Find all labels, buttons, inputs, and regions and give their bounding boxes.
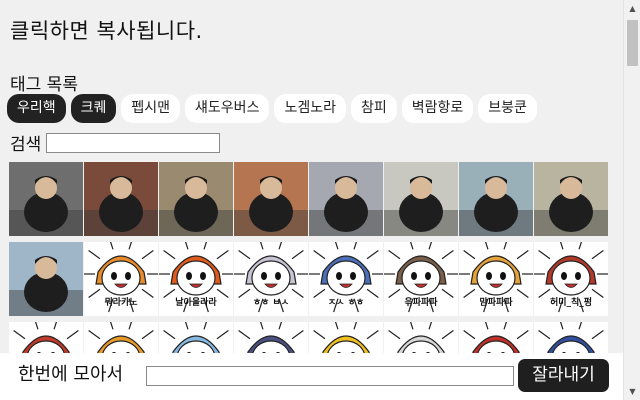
scrollbar[interactable]: ▲ ▼ — [623, 0, 640, 400]
sticker-caption: ㅈㅅ ㅎㅎ — [327, 298, 365, 308]
sticker-cartoon-3[interactable]: ㅎㅎ ㅂㅅ — [234, 242, 308, 316]
search-input[interactable] — [46, 132, 221, 153]
scroll-thumb[interactable] — [627, 20, 638, 66]
sticker-cartoon-2[interactable]: 날아올라라 — [159, 242, 233, 316]
tag-3[interactable]: 펩시맨 — [121, 94, 181, 123]
combine-input[interactable] — [146, 366, 514, 386]
scroll-down-icon[interactable]: ▼ — [624, 383, 640, 400]
sticker-photo-6[interactable] — [384, 162, 458, 236]
tag-7[interactable]: 벽람항로 — [401, 94, 474, 123]
sticker-cartoon-5[interactable]: 윾파파파 — [384, 242, 458, 316]
sticker-caption: 허미_칙_펑 — [549, 298, 593, 308]
cut-button[interactable]: 잘라내기 — [518, 359, 609, 392]
sticker-photo-8[interactable] — [534, 162, 608, 236]
tag-list: 우리핵 크퀘 펩시맨 섀도우버스 노겜노라 참피 벽람항로 브붕쿤 — [7, 94, 537, 123]
sticker-photo-3[interactable] — [159, 162, 233, 236]
scroll-up-icon[interactable]: ▲ — [624, 0, 640, 17]
sticker-caption: 날아올라라 — [175, 298, 217, 308]
sticker-cartoon-4[interactable]: ㅈㅅ ㅎㅎ — [309, 242, 383, 316]
search-row: 검색 — [10, 130, 221, 155]
sticker-caption: ㅎㅎ ㅂㅅ — [252, 298, 290, 308]
popup-panel: 클릭하면 복사됩니다. 태그 목록 우리핵 크퀘 펩시맨 섀도우버스 노겜노라 참피 벽람항… — [0, 0, 623, 400]
tag-list-heading: 태그 목록 — [10, 75, 78, 95]
page-title: 클릭하면 복사됩니다. — [10, 19, 203, 43]
sticker-caption: 윾파파파 — [404, 298, 438, 308]
sticker-cartoon-6[interactable]: 맘파파파 — [459, 242, 533, 316]
sticker-caption: 뭐라카노 — [104, 298, 138, 308]
tag-8[interactable]: 브붕쿤 — [478, 94, 537, 123]
sticker-photo-4[interactable] — [234, 162, 308, 236]
tag-2[interactable]: 크퀘 — [70, 94, 117, 123]
sticker-photo-1[interactable] — [9, 162, 83, 236]
sticker-cartoon-7[interactable]: 허미_칙_펑 — [534, 242, 608, 316]
tag-4[interactable]: 섀도우버스 — [185, 94, 270, 123]
sticker-photo-2[interactable] — [84, 162, 158, 236]
sticker-photo-7[interactable] — [459, 162, 533, 236]
tag-1[interactable]: 우리핵 — [7, 94, 66, 123]
tag-5[interactable]: 노겜노라 — [274, 94, 346, 123]
sticker-photo-9[interactable] — [9, 242, 83, 316]
tag-6[interactable]: 참피 — [350, 94, 397, 123]
sticker-caption: 맘파파파 — [479, 298, 513, 308]
sticker-photo-5[interactable] — [309, 162, 383, 236]
combine-label: 한번에 모아서 — [18, 364, 124, 385]
sticker-cartoon-1[interactable]: 뭐라카노 — [84, 242, 158, 316]
search-label: 검색 — [10, 135, 42, 155]
